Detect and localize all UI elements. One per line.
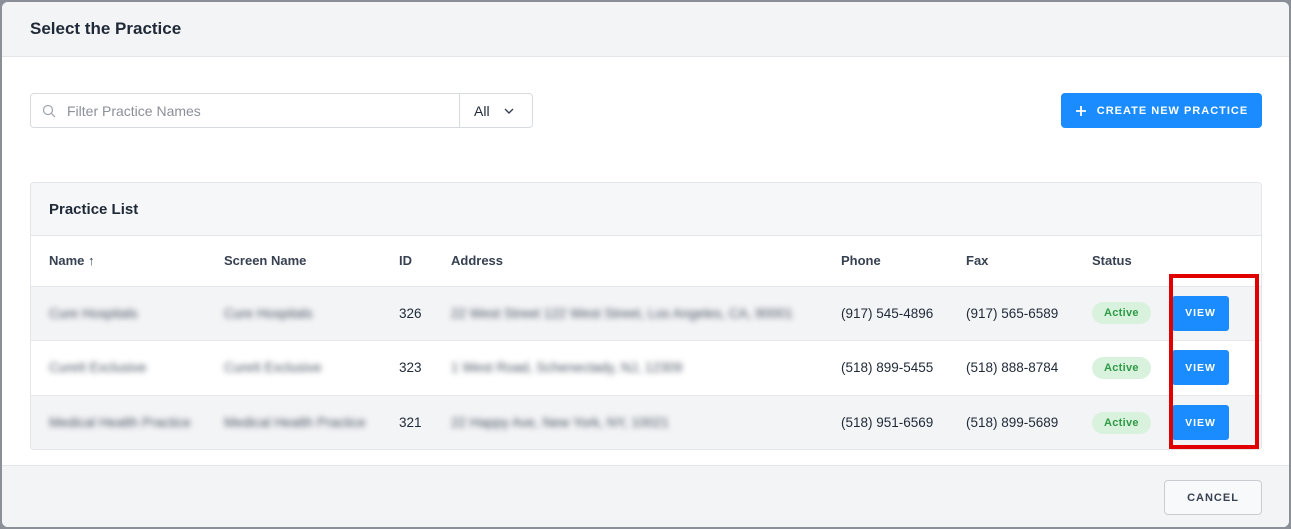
practice-fax: (518) 899-5689: [966, 415, 1059, 430]
column-header-name[interactable]: Name ↑: [31, 236, 206, 287]
status-badge: Active: [1092, 356, 1151, 379]
table-row: CureIt Exclusive CureIt Exclusive 323 1 …: [31, 340, 1261, 396]
column-header-screen-name: Screen Name: [206, 236, 381, 287]
column-header-fax: Fax: [948, 236, 1074, 287]
modal-header: Select the Practice: [2, 2, 1289, 57]
practice-address: 1 West Road, Schenectady, NJ, 12309: [451, 360, 683, 376]
practice-phone: (518) 951-6569: [841, 415, 934, 430]
practice-list-panel: Practice List Name ↑ Screen Name ID Addr…: [30, 182, 1262, 450]
practice-table: Name ↑ Screen Name ID Address Phone Fax …: [31, 236, 1261, 449]
create-new-practice-label: CREATE NEW PRACTICE: [1096, 104, 1249, 117]
practice-screen-name: Cure Hospitals: [224, 305, 313, 321]
practice-phone: (917) 545-4896: [841, 305, 934, 321]
practice-id: 326: [399, 305, 422, 321]
practice-address: 22 Happy Ave, New York, NY, 10021: [451, 415, 669, 430]
search-input[interactable]: [67, 94, 459, 127]
status-filter-select[interactable]: All: [459, 94, 531, 127]
status-filter-value: All: [474, 102, 490, 119]
search-icon: [31, 94, 67, 127]
panel-header: Practice List: [31, 183, 1261, 236]
column-header-phone: Phone: [823, 236, 948, 287]
practice-name: Cure Hospitals: [49, 305, 138, 321]
practice-name: Medical Health Practice: [49, 415, 191, 430]
cancel-button[interactable]: CANCEL: [1164, 480, 1262, 515]
column-header-status: Status: [1074, 236, 1154, 287]
table-row: Medical Health Practice Medical Health P…: [31, 395, 1261, 449]
create-new-practice-button[interactable]: CREATE NEW PRACTICE: [1061, 93, 1262, 128]
table-header-row: Name ↑ Screen Name ID Address Phone Fax …: [31, 236, 1261, 287]
practice-screen-name: Medical Health Practice: [224, 415, 366, 430]
status-badge: Active: [1092, 302, 1151, 325]
practice-phone: (518) 899-5455: [841, 360, 934, 376]
column-header-id: ID: [381, 236, 433, 287]
modal-footer: CANCEL: [2, 465, 1289, 527]
modal-title: Select the Practice: [30, 19, 182, 38]
sort-ascending-icon: ↑: [88, 253, 95, 269]
panel-title: Practice List: [49, 200, 139, 218]
practice-status: Active: [1074, 286, 1154, 341]
practice-status: Active: [1074, 341, 1154, 396]
search-group: All: [30, 93, 533, 128]
column-header-address: Address: [433, 236, 823, 287]
practice-name: CureIt Exclusive: [49, 360, 147, 376]
practice-screen-name: CureIt Exclusive: [224, 360, 322, 376]
practice-id: 321: [399, 415, 422, 430]
practice-status: Active: [1074, 395, 1154, 449]
table-row: Cure Hospitals Cure Hospitals 326 22 Wes…: [31, 286, 1261, 341]
practice-address: 22 West Street 122 West Street, Los Ange…: [451, 305, 793, 321]
chevron-down-icon: [504, 108, 514, 114]
toolbar: All CREATE NEW PRACTICE: [30, 93, 1262, 128]
select-practice-modal: Select the Practice All CREATE NEW PRACT…: [2, 2, 1289, 527]
plus-icon: [1075, 105, 1087, 117]
status-badge: Active: [1092, 411, 1151, 434]
practice-fax: (917) 565-6589: [966, 305, 1059, 321]
practice-fax: (518) 888-8784: [966, 360, 1059, 376]
practice-id: 323: [399, 360, 422, 376]
view-buttons-highlight-box: [1169, 274, 1259, 449]
